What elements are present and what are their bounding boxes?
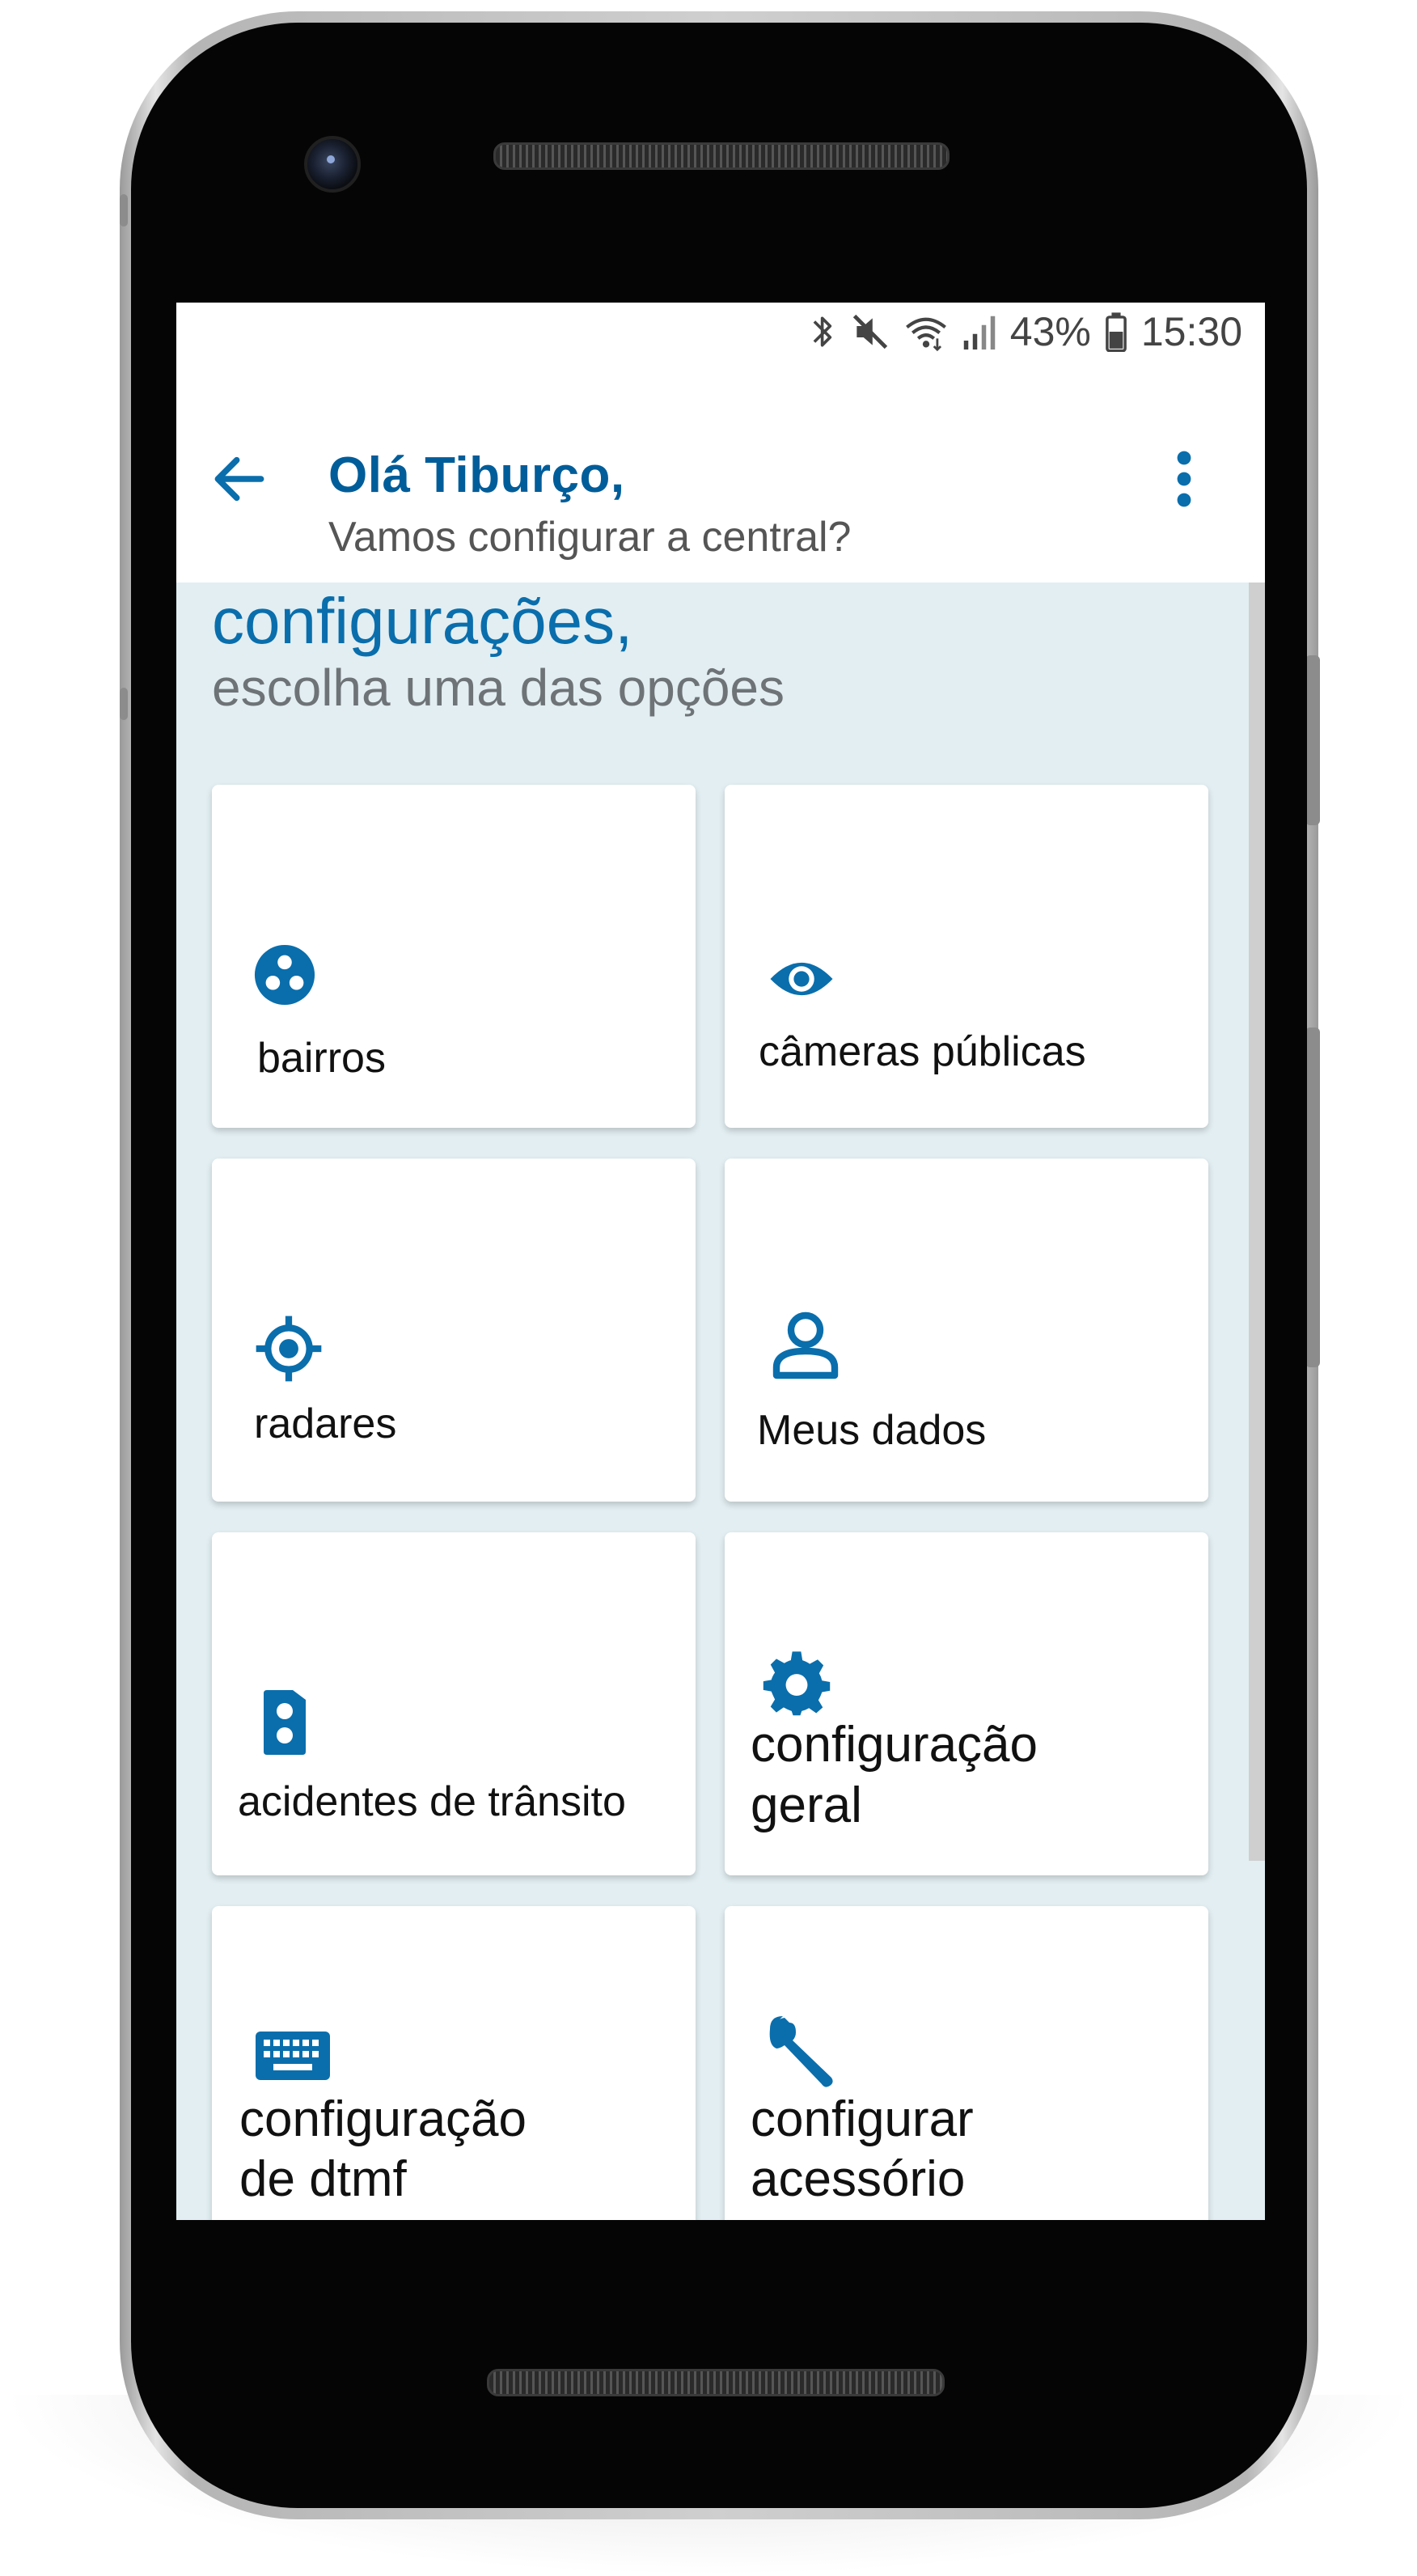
keyboard-icon — [252, 2019, 333, 2092]
tile-label-line1: configuração — [751, 1717, 1038, 1773]
left-side-marker — [120, 194, 128, 227]
tile-label-line1: configurar — [751, 2091, 974, 2147]
tile-label: bairros — [257, 1035, 386, 1082]
tile-label: radares — [254, 1400, 397, 1447]
person-icon — [765, 1304, 846, 1385]
tile-label-line2: de dtmf — [239, 2151, 407, 2207]
section-subtitle: escolha uma das opções — [212, 659, 785, 717]
volume-button — [1305, 655, 1320, 825]
tile-meus-dados[interactable]: Meus dados — [725, 1159, 1208, 1502]
eye-icon — [765, 951, 838, 1007]
tile-bairros[interactable]: bairros — [212, 785, 696, 1128]
status-time: 15:30 — [1140, 309, 1242, 354]
top-speaker — [493, 142, 950, 170]
tile-radares[interactable]: radares — [212, 1159, 696, 1502]
gear-icon — [760, 1646, 833, 1718]
bottom-speaker — [487, 2369, 945, 2396]
scrollbar[interactable] — [1249, 583, 1265, 1861]
more-vertical-icon — [1177, 451, 1191, 507]
target-icon — [252, 1312, 325, 1385]
wrench-icon — [762, 2011, 843, 2092]
status-bar: 43% 15:30 — [176, 303, 1265, 359]
wifi-icon — [903, 311, 949, 352]
tile-cameras-publicas[interactable]: câmeras públicas — [725, 785, 1208, 1128]
greeting-subtitle: Vamos configurar a central? — [328, 514, 852, 561]
greeting-title: Olá Tiburço, — [328, 447, 625, 503]
screen: 43% 15:30 Olá Tiburço, Vamos configurar … — [176, 303, 1265, 2220]
neighborhoods-icon — [252, 943, 317, 1007]
traffic-light-icon — [252, 1682, 317, 1763]
tile-configuracao-de-dtmf[interactable]: configuração de dtmf — [212, 1906, 696, 2220]
app-bar: Olá Tiburço, Vamos configurar a central? — [176, 359, 1265, 583]
tile-label: câmeras públicas — [759, 1028, 1086, 1075]
tile-label-line2: geral — [751, 1777, 862, 1833]
tile-configurar-acessorio[interactable]: configurar acessório — [725, 1906, 1208, 2220]
back-button[interactable] — [201, 440, 278, 518]
mute-icon — [850, 311, 890, 352]
section-title: configurações, — [212, 585, 633, 657]
tile-label-line2: acessório — [751, 2151, 966, 2207]
front-camera — [304, 136, 361, 193]
power-button — [1305, 1027, 1320, 1367]
bluetooth-icon — [810, 311, 837, 352]
tile-configuracao-geral[interactable]: configuração geral — [725, 1532, 1208, 1875]
overflow-menu-button[interactable] — [1152, 440, 1216, 518]
options-scroll-area[interactable]: configurações, escolha uma das opções ba… — [176, 583, 1265, 2220]
tile-label: acidentes de trânsito — [238, 1778, 626, 1825]
battery-icon — [1104, 311, 1128, 352]
left-side-marker-2 — [120, 688, 128, 720]
battery-percent: 43% — [1009, 309, 1091, 354]
tile-acidentes-de-transito[interactable]: acidentes de trânsito — [212, 1532, 696, 1875]
arrow-left-icon — [214, 456, 264, 502]
tile-label: Meus dados — [757, 1407, 987, 1454]
signal-icon — [962, 311, 997, 352]
tile-label-line1: configuração — [239, 2091, 527, 2147]
